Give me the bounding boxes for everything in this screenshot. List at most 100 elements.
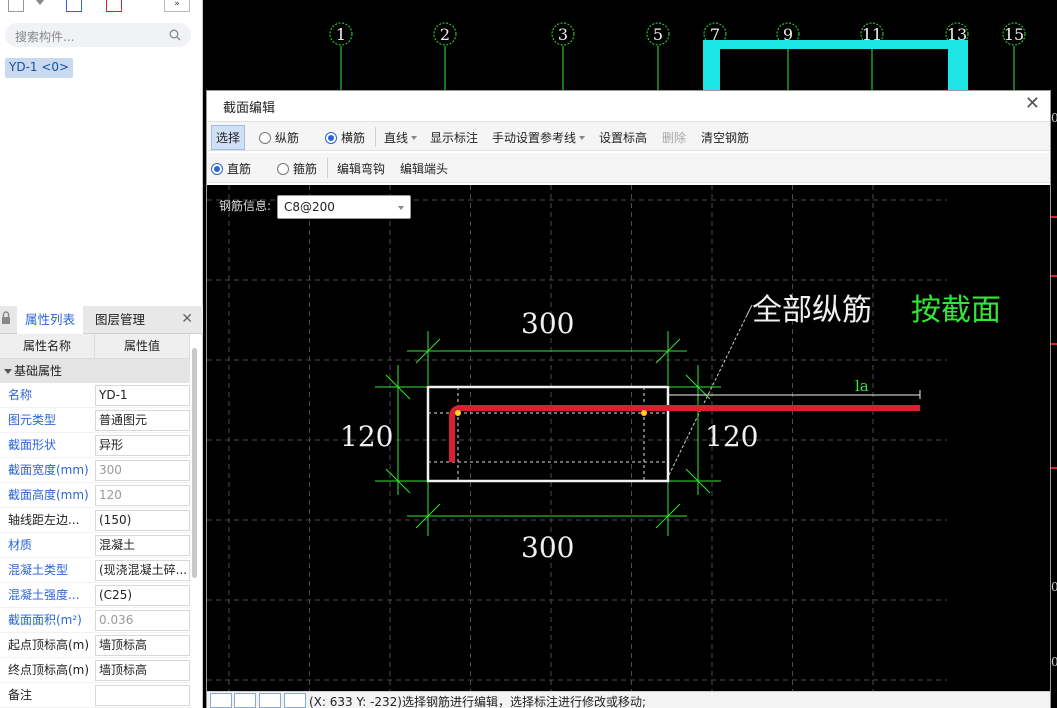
edit-end-button[interactable]: 编辑端头 (400, 160, 448, 177)
show-dimension-button[interactable]: 显示标注 (430, 129, 478, 146)
rebar-info-label: 钢筋信息: (219, 199, 272, 213)
radio-stirrup[interactable]: 箍筋 (277, 160, 317, 177)
property-value[interactable]: 120 (95, 485, 190, 506)
property-value[interactable]: (现浇混凝土碎... (95, 560, 190, 581)
polar-mode-button[interactable] (234, 693, 256, 708)
property-value[interactable]: 墙顶标高 (95, 660, 190, 681)
radio-icon (277, 163, 289, 175)
radio-transverse-label: 横筋 (341, 131, 366, 145)
property-value[interactable]: 墙顶标高 (95, 635, 190, 656)
axis-label: 15 (1004, 25, 1024, 44)
property-value[interactable] (95, 685, 190, 706)
expand-icon[interactable]: » (164, 0, 190, 12)
chevron-down-icon[interactable] (36, 0, 44, 5)
property-name: 名称 (8, 388, 33, 402)
property-value[interactable]: 300 (95, 460, 190, 481)
property-name: 起点顶标高(m) (8, 638, 90, 652)
radio-selected-icon (211, 163, 223, 175)
line-dropdown[interactable]: 直线 (384, 129, 418, 146)
group-basic-properties[interactable]: 基础属性 (0, 359, 190, 383)
property-name: 混凝土强度... (8, 588, 80, 602)
svg-text:0: 0 (1051, 580, 1057, 594)
rebar-info-select[interactable]: C8@200 (277, 195, 411, 219)
section-edit-dialog: 截面编辑 ✕ 选择 纵筋 横筋 直线 显示标注 手动设置参考线 设置标高 删除 … (206, 90, 1051, 708)
section-drawing-canvas[interactable]: 全部纵筋 按截面 300 300 120 120 la 钢筋信息: C8@200 (207, 185, 1050, 691)
select-button[interactable]: 选择 (211, 125, 246, 150)
property-value[interactable]: 普通图元 (95, 410, 190, 431)
close-icon[interactable]: ✕ (1025, 93, 1040, 114)
property-row: 截面高度(mm) 120 (0, 483, 190, 508)
property-value[interactable]: 0.036 (95, 610, 190, 631)
search-input[interactable]: 搜索构件... (5, 23, 191, 47)
dimension-left[interactable]: 120 (340, 420, 393, 453)
close-icon[interactable]: ✕ (181, 311, 193, 327)
rebar-line[interactable] (449, 405, 920, 462)
property-value[interactable]: (150) (95, 510, 190, 531)
radio-straight[interactable]: 直筋 (211, 160, 251, 177)
property-name: 图元类型 (8, 413, 57, 427)
property-value[interactable]: YD-1 (95, 385, 190, 406)
radio-longitudinal[interactable]: 纵筋 (259, 129, 299, 146)
property-value[interactable]: 混凝土 (95, 535, 190, 556)
radio-selected-icon (325, 132, 337, 144)
set-elevation-button[interactable]: 设置标高 (599, 129, 647, 146)
property-row: 混凝土强度... (C25) (0, 583, 190, 608)
chevron-down-icon (398, 206, 404, 210)
property-name: 轴线距左边... (8, 513, 80, 527)
ortho-mode-button[interactable] (210, 693, 232, 708)
tree-item-yd1[interactable]: YD-1 <0> (5, 58, 74, 78)
property-row: 起点顶标高(m) 墙顶标高 (0, 633, 190, 658)
property-row: 材质 混凝土 (0, 533, 190, 558)
delete-button[interactable]: 删除 (662, 129, 686, 146)
clear-rebar-button[interactable]: 清空钢筋 (701, 129, 749, 146)
dimension-right[interactable]: 120 (705, 420, 758, 453)
axis-label: 5 (653, 25, 663, 44)
rebar-point[interactable] (455, 410, 461, 416)
column-header-name: 属性名称 (0, 334, 95, 358)
property-row: 轴线距左边... (150) (0, 508, 190, 533)
annotation-by-section[interactable]: 按截面 (911, 293, 1001, 328)
axis-label: 1 (336, 25, 346, 44)
property-name: 截面面积(m²) (8, 613, 82, 627)
property-name: 材质 (8, 538, 33, 552)
annotation-all-longitudinal[interactable]: 全部纵筋 (752, 293, 872, 328)
rebar-point[interactable] (641, 410, 647, 416)
property-row: 备注 (0, 683, 190, 708)
property-name: 备注 (8, 688, 33, 702)
status-bar: (X: 633 Y: -232)选择钢筋进行编辑，选择标注进行修改或移动; (207, 691, 1050, 708)
vertical-mode-button[interactable] (259, 693, 281, 708)
radio-transverse[interactable]: 横筋 (325, 129, 365, 146)
property-row: 终点顶标高(m) 墙顶标高 (0, 658, 190, 683)
property-scrollbar[interactable] (192, 348, 197, 578)
tab-layer-manager[interactable]: 图层管理 (87, 306, 153, 334)
section-drawing[interactable]: 全部纵筋 按截面 300 300 120 120 la (207, 185, 1050, 691)
dimension-bottom[interactable]: 300 (521, 531, 574, 564)
radio-straight-label: 直筋 (227, 162, 252, 176)
property-tabs: 属性列表 图层管理 ✕ (0, 306, 203, 334)
svg-text:0: 0 (1051, 111, 1057, 125)
radio-icon (259, 132, 271, 144)
tab-property-list[interactable]: 属性列表 (17, 306, 84, 334)
left-panel: » 搜索构件... YD-1 <0> 属性列表 图层管理 ✕ 属性名称 属性值 … (0, 0, 203, 708)
toolbar-rebar-type: 直筋 箍筋 编辑弯钩 编辑端头 (207, 153, 1050, 183)
status-text: (X: 633 Y: -232)选择钢筋进行编辑，选择标注进行修改或移动; (309, 695, 647, 708)
property-row: 图元类型 普通图元 (0, 408, 190, 433)
manual-reference-line-dropdown[interactable]: 手动设置参考线 (492, 129, 586, 146)
anchor-length-label[interactable]: la (855, 377, 869, 395)
property-row: 截面形状 异形 (0, 433, 190, 458)
property-value[interactable]: (C25) (95, 585, 190, 606)
property-row: 截面宽度(mm) 300 (0, 458, 190, 483)
property-row: 混凝土类型 (现浇混凝土碎... (0, 558, 190, 583)
line-dropdown-label: 直线 (384, 131, 409, 145)
delete-button[interactable] (106, 0, 122, 12)
edit-hook-button[interactable]: 编辑弯钩 (337, 160, 385, 177)
dimension-top[interactable]: 300 (521, 307, 574, 340)
copy-button[interactable] (66, 0, 82, 12)
lock-icon[interactable] (1, 310, 11, 330)
search-placeholder: 搜索构件... (15, 30, 75, 44)
new-button[interactable] (8, 0, 24, 12)
search-icon (169, 29, 181, 41)
property-value[interactable]: 异形 (95, 435, 190, 456)
snap-mode-button[interactable] (284, 693, 306, 708)
chevron-down-icon (411, 136, 418, 140)
